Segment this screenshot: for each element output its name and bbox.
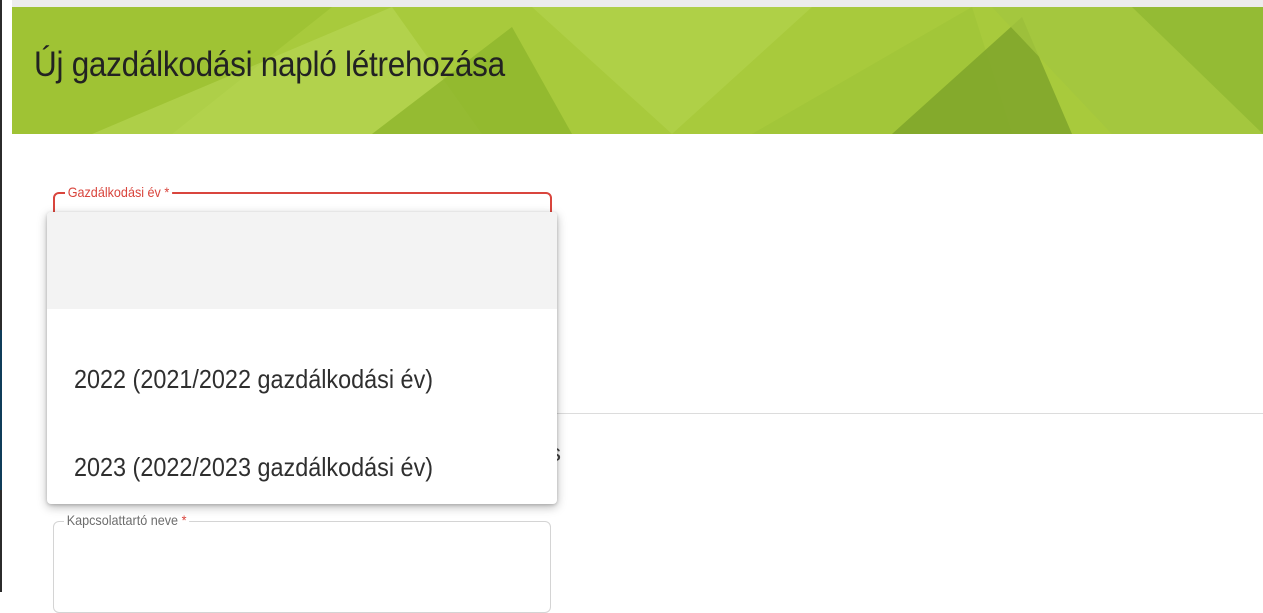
dropdown-option-label: 2023 (2022/2023 gazdálkodási év) — [74, 452, 434, 482]
dropdown-option-2022[interactable]: 2022 (2021/2022 gazdálkodási év) — [47, 352, 557, 404]
required-mark: * — [164, 184, 170, 200]
contact-name-label-text: Kapcsolattartó neve — [66, 512, 179, 528]
page-edge — [0, 0, 2, 592]
required-mark: * — [181, 512, 187, 528]
dropdown-option-empty[interactable] — [47, 212, 557, 309]
year-field-label: Gazdálkodási év * — [65, 184, 172, 200]
dropdown-option-label: 2022 (2021/2022 gazdálkodási év) — [74, 364, 434, 394]
year-dropdown-menu[interactable]: 2022 (2021/2022 gazdálkodási év) 2023 (2… — [47, 212, 557, 504]
page-header: Új gazdálkodási napló létrehozása — [12, 7, 1263, 134]
year-field-label-text: Gazdálkodási év — [67, 184, 161, 200]
page-title: Új gazdálkodási napló létrehozása — [34, 45, 505, 84]
dropdown-option-2023[interactable]: 2023 (2022/2023 gazdálkodási év) — [47, 440, 557, 492]
top-strip — [12, 0, 1263, 7]
page-edge-accent — [0, 330, 2, 490]
contact-name-label: Kapcsolattartó neve * — [64, 512, 190, 528]
contact-name-field[interactable]: Kapcsolattartó neve * — [53, 512, 551, 613]
section-divider — [557, 413, 1263, 414]
